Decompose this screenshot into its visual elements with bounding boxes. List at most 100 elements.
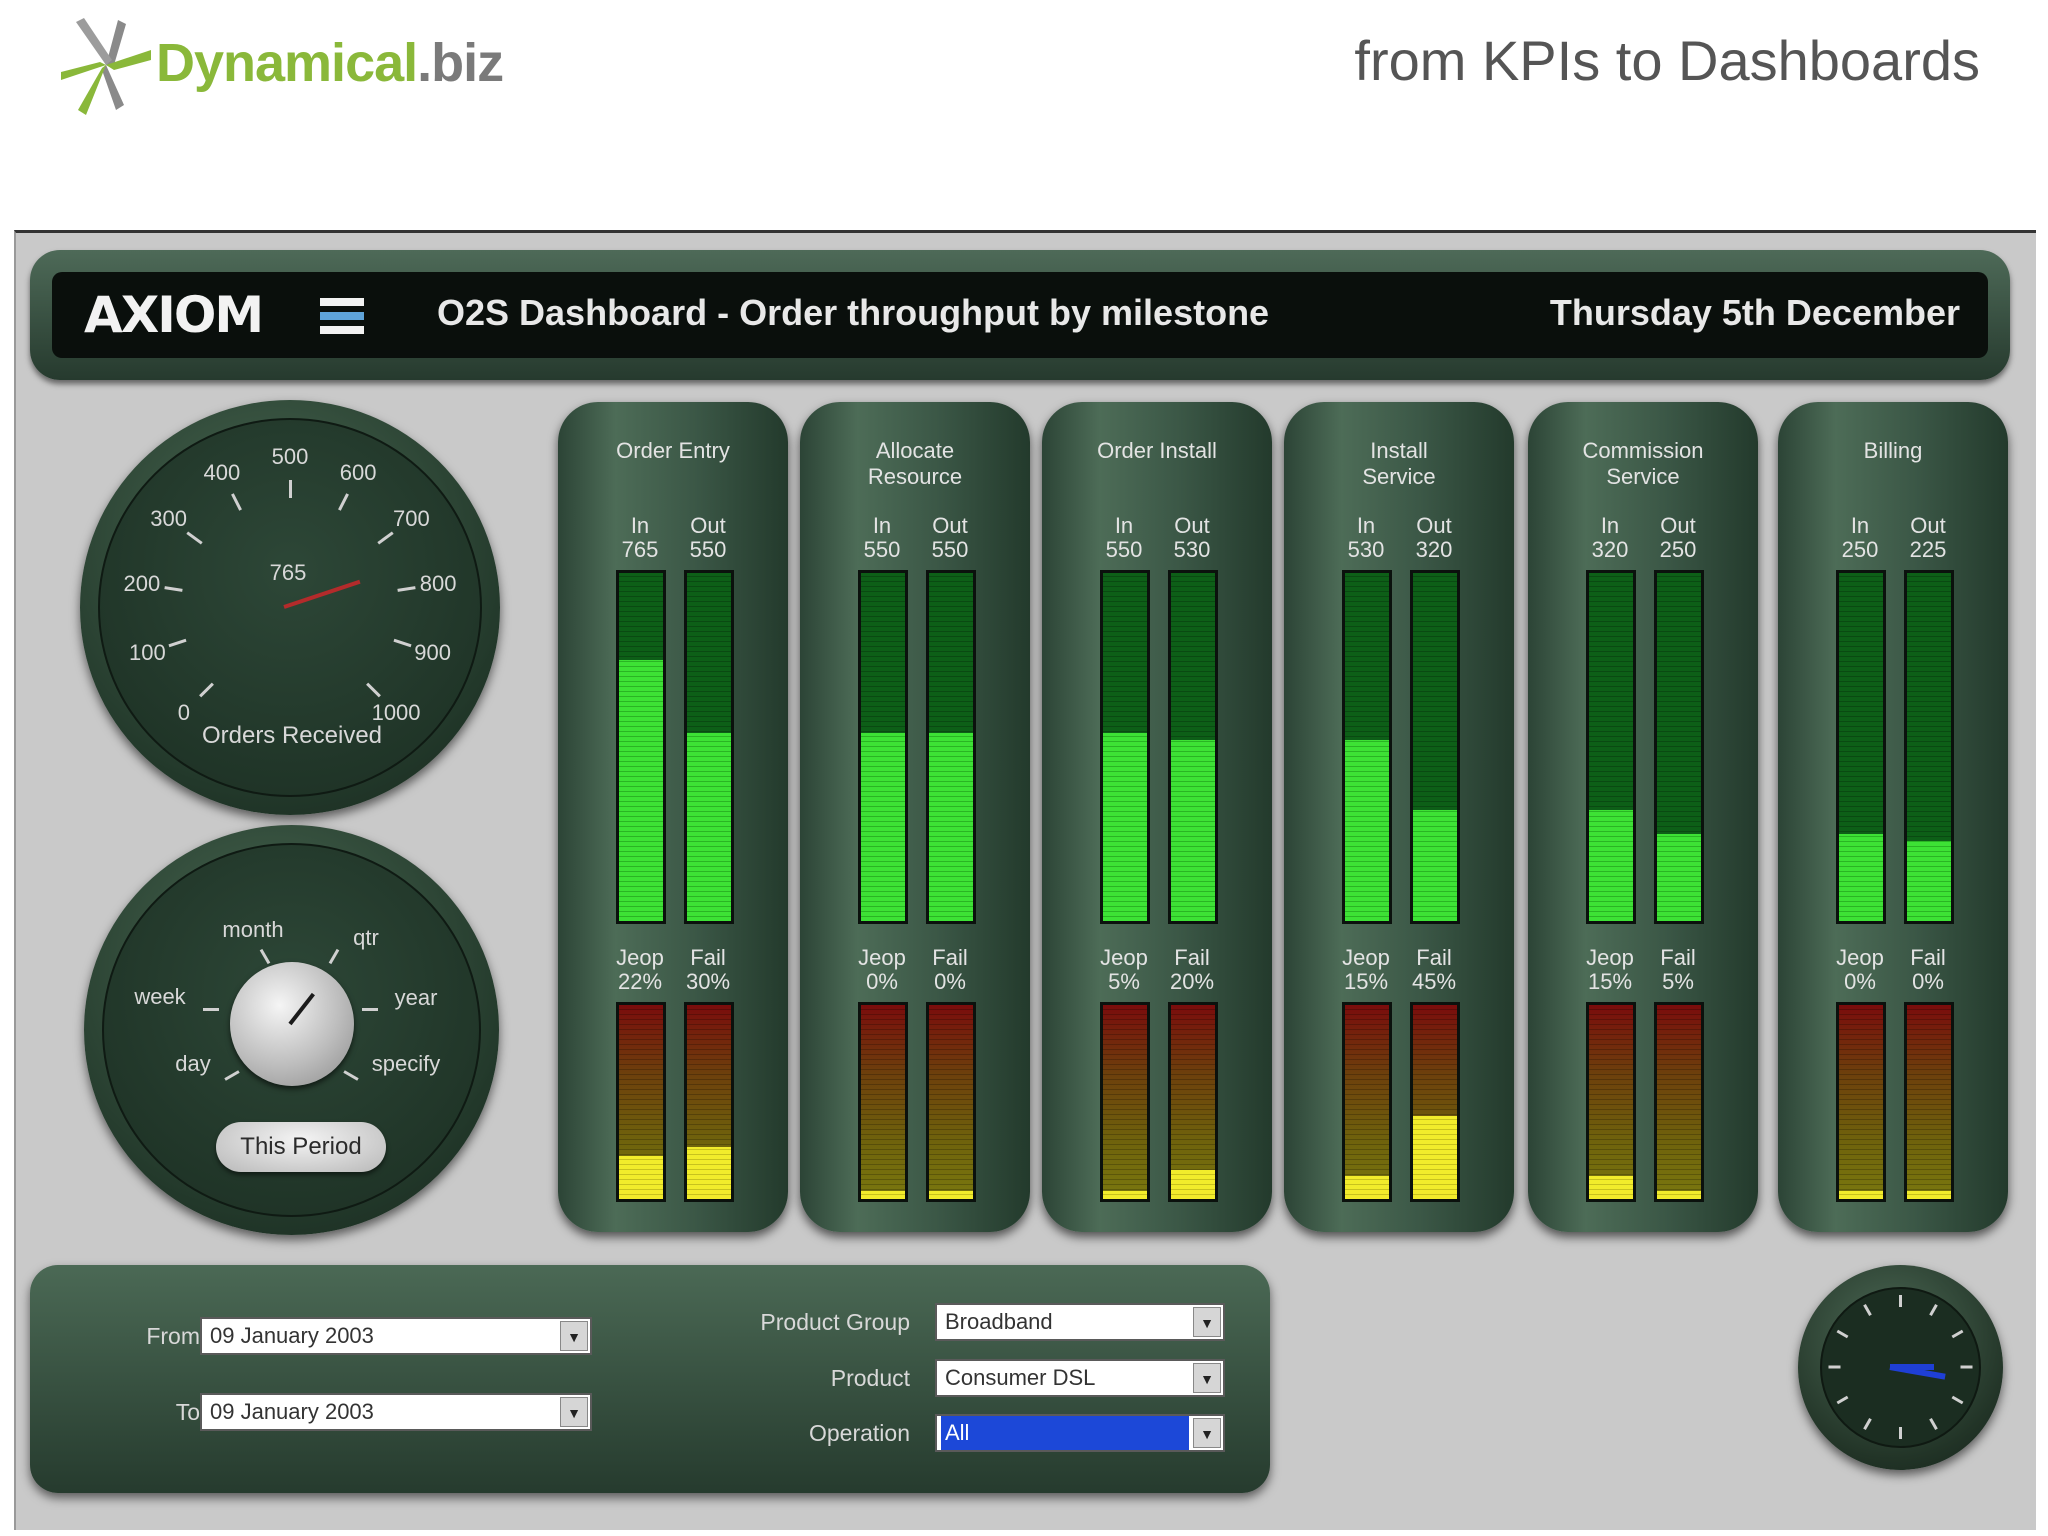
milestone-name: Order Entry: [616, 438, 730, 463]
milestone-panel: Install Service In 530 Out 320 Jeop 15% Fai…: [1284, 402, 1514, 1232]
out-bar: [1410, 570, 1460, 924]
milestone-name: Order Install: [1097, 438, 1217, 463]
out-label: Out 250: [1659, 513, 1697, 562]
out-bar: [926, 570, 976, 924]
milestone-name: Install Service: [1362, 438, 1436, 489]
period-option-year[interactable]: year: [395, 985, 438, 1011]
jeop-bar: [858, 1002, 908, 1202]
clock-tick: [1828, 1365, 1840, 1369]
filter-panel: From 09 January 2003 ▼ To 09 January 200…: [30, 1265, 1270, 1493]
brand-name: Dynamical.biz: [156, 33, 504, 93]
out-label: Out 550: [689, 513, 727, 562]
fail-bar: [1904, 1002, 1954, 1202]
to-date-select[interactable]: 09 January 2003 ▼: [200, 1393, 592, 1431]
jeop-label: Jeop 0%: [1836, 945, 1884, 994]
milestone-panel: Allocate Resource In 550 Out 550 Jeop 0% Fa…: [800, 402, 1030, 1232]
gauge-tick-label: 600: [339, 460, 377, 486]
jeop-bar: [1586, 1002, 1636, 1202]
in-bar: [616, 570, 666, 924]
out-bar: [1168, 570, 1218, 924]
chevron-down-icon[interactable]: ▼: [560, 1321, 588, 1351]
milestone-panel: Billing In 250 Out 225 Jeop 0% Fail 0%: [1778, 402, 2008, 1232]
fail-bar: [926, 1002, 976, 1202]
from-label: From: [146, 1323, 200, 1349]
in-bar: [1100, 570, 1150, 924]
axiom-logo: AXIOM: [84, 286, 264, 344]
period-option-day[interactable]: day: [175, 1051, 210, 1077]
gauge-tick-label: 500: [271, 444, 309, 469]
out-label: Out 225: [1909, 513, 1947, 562]
chevron-down-icon[interactable]: ▼: [560, 1397, 588, 1427]
in-label: In 550: [863, 513, 901, 562]
fail-label: Fail 45%: [1411, 945, 1457, 994]
period-option-week[interactable]: week: [134, 984, 185, 1010]
star-icon: [61, 18, 151, 115]
milestone-name: Commission Service: [1582, 438, 1704, 489]
chevron-down-icon[interactable]: ▼: [1193, 1418, 1221, 1448]
out-bar: [684, 570, 734, 924]
period-option-month[interactable]: month: [222, 917, 283, 943]
in-label: In 550: [1105, 513, 1143, 562]
fail-label: Fail 0%: [1910, 945, 1946, 994]
in-label: In 320: [1591, 513, 1629, 562]
in-bar: [1342, 570, 1392, 924]
gauge-tick-label: 100: [128, 640, 166, 666]
product-group-select[interactable]: Broadband ▼: [935, 1303, 1225, 1341]
in-bar: [1836, 570, 1886, 924]
milestone-panel: Order Entry In 765 Out 550 Jeop 22% Fail 30%: [558, 402, 788, 1232]
clock-tick: [1960, 1365, 1972, 1369]
out-label: Out 550: [931, 513, 969, 562]
tagline: from KPIs to Dashboards: [1354, 29, 1980, 92]
in-label: In 530: [1347, 513, 1385, 562]
in-label: In 765: [621, 513, 659, 562]
out-bar: [1654, 570, 1704, 924]
milestone-panel: Commission Service In 320 Out 250 Jeop 15% …: [1528, 402, 1758, 1232]
dashboard-title-bar: AXIOM O2S Dashboard - Order throughput b…: [30, 250, 2010, 380]
out-label: Out 320: [1415, 513, 1453, 562]
period-option-specify[interactable]: specify: [372, 1051, 440, 1077]
this-period-button[interactable]: This Period: [216, 1122, 386, 1172]
from-date-select[interactable]: 09 January 2003 ▼: [200, 1317, 592, 1355]
to-label: To: [175, 1399, 200, 1425]
fail-bar: [1168, 1002, 1218, 1202]
gauge-tick-label: 400: [203, 460, 241, 486]
fail-bar: [1654, 1002, 1704, 1202]
operation-select[interactable]: All ▼: [935, 1414, 1225, 1452]
out-bar: [1904, 570, 1954, 924]
dynamical-logo: Dynamical.biz: [56, 10, 504, 120]
gauge-tick-label: 300: [150, 505, 187, 531]
clock-tick: [1898, 1427, 1902, 1439]
operation-label: Operation: [808, 1420, 910, 1446]
period-option-qtr[interactable]: qtr: [353, 925, 379, 951]
jeop-label: Jeop 15%: [1342, 945, 1390, 994]
jeop-bar: [1836, 1002, 1886, 1202]
product-label: Product: [830, 1365, 910, 1391]
product-select[interactable]: Consumer DSL ▼: [935, 1359, 1225, 1397]
gauge-tick: [288, 480, 292, 498]
milestone-panel: Order Install In 550 Out 530 Jeop 5% Fail 20…: [1042, 402, 1272, 1232]
gauge-tick-label: 900: [414, 640, 452, 666]
chevron-down-icon[interactable]: ▼: [1193, 1363, 1221, 1393]
jeop-label: Jeop 0%: [858, 945, 906, 994]
in-label: In 250: [1841, 513, 1879, 562]
jeop-label: Jeop 22%: [616, 945, 664, 994]
period-knob[interactable]: [230, 962, 354, 1086]
milestone-name: Billing: [1863, 438, 1923, 463]
dashboard-date: Thursday 5th December: [1549, 292, 1960, 333]
out-label: Out 530: [1173, 513, 1211, 562]
fail-label: Fail 0%: [932, 945, 968, 994]
product-group-label: Product Group: [760, 1309, 910, 1335]
jeop-label: Jeop 15%: [1586, 945, 1634, 994]
gauge-tick-label: 700: [392, 505, 430, 531]
knob-pointer: [288, 992, 315, 1026]
chevron-down-icon[interactable]: ▼: [1193, 1307, 1221, 1337]
jeop-bar: [616, 1002, 666, 1202]
axiom-logo-bars: [320, 298, 364, 340]
fail-label: Fail 20%: [1169, 945, 1215, 994]
dashboard-title: O2S Dashboard - Order throughput by mile…: [437, 292, 1270, 333]
gauge-tick-label: 800: [419, 570, 457, 596]
clock-tick: [1898, 1295, 1902, 1307]
in-bar: [1586, 570, 1636, 924]
milestone-name: Allocate Resource: [867, 438, 963, 489]
in-bar: [858, 570, 908, 924]
